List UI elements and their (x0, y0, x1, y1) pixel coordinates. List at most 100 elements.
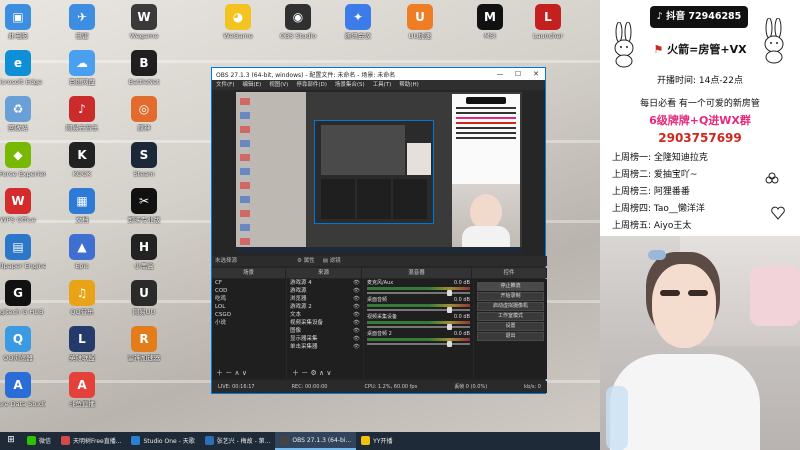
taskbar-app[interactable]: YY开播 (356, 432, 397, 450)
eye-icon[interactable]: 👁 (353, 295, 360, 303)
taskbar-app[interactable]: 张艺兴 - 梅故 - 第... (200, 432, 276, 450)
scene-item[interactable]: LOL (212, 303, 286, 311)
close-icon[interactable]: ✕ (527, 68, 545, 80)
source-item[interactable]: 游戏源 2 👁 (287, 303, 363, 311)
add-source-icon[interactable]: ＋ (292, 369, 299, 377)
preview-taskbar (236, 247, 522, 253)
desktop-icon-image: K (69, 142, 95, 168)
add-scene-icon[interactable]: ＋ (216, 369, 223, 377)
cpu-status: CPU: 1.2%, 60.00 fps (364, 384, 418, 390)
source-item[interactable]: 图像 👁 (287, 327, 363, 335)
move-up-icon[interactable]: ∧ (319, 369, 324, 377)
volume-slider-knob[interactable] (447, 290, 452, 296)
eye-icon[interactable]: 👁 (353, 343, 360, 351)
source-settings-icon[interactable]: ⚙ (310, 369, 316, 377)
menu-file[interactable]: 文件(F) (216, 80, 234, 90)
source-item[interactable]: 文本 👁 (287, 311, 363, 319)
scene-item[interactable]: CSGO (212, 311, 286, 319)
scene-item[interactable]: CF (212, 279, 286, 287)
desktop-icon[interactable]: R 雷神加速器 (116, 324, 172, 382)
desktop-icon[interactable]: L Launcher (520, 2, 576, 60)
desktop-icon[interactable]: A Azure Data Studio (0, 370, 46, 428)
move-up-icon[interactable]: ∧ (234, 369, 239, 377)
mixer-channel-header: 麦克风/Aux 0.0 dB (367, 280, 470, 286)
source-item[interactable]: 游戏源 4 👁 (287, 279, 363, 287)
nested-webcam (407, 143, 431, 175)
menu-edit[interactable]: 编辑(E) (242, 80, 261, 90)
preview-tiktok-badge (466, 97, 506, 104)
eye-icon[interactable]: 👁 (353, 311, 360, 319)
desktop-icon-label: BattleNet (128, 78, 160, 86)
menu-tools[interactable]: 工具(T) (373, 80, 392, 90)
taskbar-app-label: OBS 27.1.3 (64-bi... (292, 436, 352, 444)
eye-icon[interactable]: 👁 (353, 303, 360, 311)
menu-docks[interactable]: 停靠部件(D) (296, 80, 327, 90)
source-item[interactable]: 视频采集设备 👁 (287, 319, 363, 327)
properties-label: 属性 (303, 258, 315, 264)
tiktok-icon: ♪ (656, 11, 663, 22)
eye-icon[interactable]: 👁 (353, 279, 360, 287)
webcam-feed (600, 236, 800, 450)
menu-view[interactable]: 视图(V) (269, 80, 288, 90)
eye-icon[interactable]: 👁 (353, 327, 360, 335)
remove-scene-icon[interactable]: － (225, 369, 232, 377)
desktop-icon-label: Epic (75, 262, 89, 270)
control-button[interactable]: 退出 (477, 332, 544, 341)
mixer-header: 混音器 (362, 268, 472, 278)
properties-button[interactable]: ⚙ 属性 (297, 256, 315, 266)
mixer-channel-name: 桌面音频 2 (367, 331, 392, 337)
minimize-icon[interactable]: — (491, 68, 509, 80)
menu-scene-collection[interactable]: 场景集合(S) (335, 80, 365, 90)
taskbar-app[interactable]: 天明树Free直播... (56, 432, 126, 450)
move-down-icon[interactable]: ∨ (242, 369, 247, 377)
taskbar-app[interactable]: OBS 27.1.3 (64-bi... (275, 432, 357, 450)
control-button[interactable]: 设置 (477, 322, 544, 331)
volume-slider[interactable] (367, 307, 470, 313)
desktop-icon[interactable]: ◕ WeGame (210, 2, 266, 60)
desktop-icon[interactable]: ✦ 腾讯会议 (330, 2, 386, 60)
source-item[interactable]: 显示器采集 👁 (287, 335, 363, 343)
volume-slider-knob[interactable] (447, 341, 452, 347)
volume-slider[interactable] (367, 341, 470, 347)
taskbar-app[interactable]: Studio One - 天歌 (126, 432, 199, 450)
remove-source-icon[interactable]: － (301, 369, 308, 377)
obs-titlebar[interactable]: OBS 27.1.3 (64-bit, windows) - 配置文件: 未命名… (212, 68, 545, 80)
control-button[interactable]: 工作室模式 (477, 312, 544, 321)
taskbar-app[interactable]: 微信 (22, 432, 56, 450)
desktop-icon[interactable]: M MSI (462, 2, 518, 60)
obs-preview[interactable] (236, 92, 522, 253)
volume-slider[interactable] (367, 290, 470, 296)
eye-icon[interactable]: 👁 (353, 335, 360, 343)
volume-slider[interactable] (367, 324, 470, 330)
desktop-icon-label: UU加速 (408, 32, 432, 40)
weekly-ranks: 上周榜一: 全隆知迪拉克 上周榜二: 爱抽宝吖~ 上周榜三: 阿狸番番 上周榜四: T… (612, 150, 792, 235)
taskbar: ⊞ 微信 天明树Free直播... Studio One - 天歌 张艺兴 - 梅故 … (0, 432, 600, 450)
volume-slider-knob[interactable] (447, 307, 452, 313)
desktop-icon-image: ▣ (5, 4, 31, 30)
heart-icon (771, 206, 785, 220)
control-button[interactable]: 停止推流 (477, 282, 544, 291)
scene-item[interactable]: 小说 (212, 319, 286, 327)
filters-button[interactable]: ▤ 滤镜 (323, 256, 341, 266)
desktop-icon[interactable]: A 斗鱼直播 (54, 370, 110, 428)
desktop-icon-label: Wegame (129, 32, 159, 40)
obs-window[interactable]: OBS 27.1.3 (64-bit, windows) - 配置文件: 未命名… (211, 67, 547, 394)
eye-icon[interactable]: 👁 (353, 287, 360, 295)
desktop-icon-label: WPS Office (0, 216, 36, 224)
scene-item[interactable]: 吃鸡 (212, 295, 286, 303)
maximize-icon[interactable]: ☐ (509, 68, 527, 80)
scene-item[interactable]: COD (212, 287, 286, 295)
eye-icon[interactable]: 👁 (353, 319, 360, 327)
volume-slider-knob[interactable] (447, 324, 452, 330)
volume-meter (367, 304, 470, 307)
desktop-icon[interactable]: U UU加速 (392, 2, 448, 60)
control-button[interactable]: 启动虚拟摄像机 (477, 302, 544, 311)
source-item[interactable]: 单击采集器 👁 (287, 343, 363, 351)
start-button[interactable]: ⊞ (0, 432, 22, 450)
source-item[interactable]: 浏览器 👁 (287, 295, 363, 303)
source-item[interactable]: 游戏源 👁 (287, 287, 363, 295)
move-down-icon[interactable]: ∨ (326, 369, 331, 377)
desktop-icon[interactable]: ◉ OBS Studio (270, 2, 326, 60)
menu-help[interactable]: 帮助(H) (399, 80, 418, 90)
control-button[interactable]: 开始录制 (477, 292, 544, 301)
